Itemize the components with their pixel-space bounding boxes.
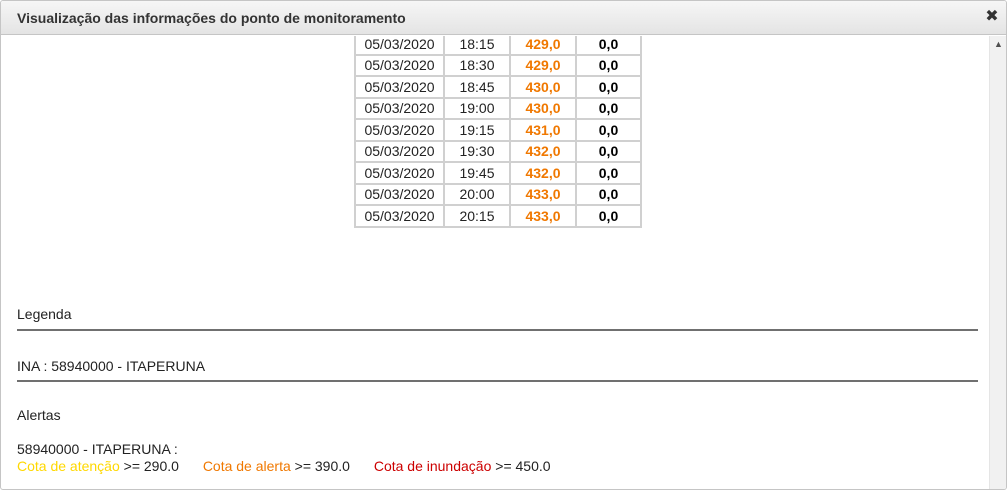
divider	[17, 329, 978, 331]
reading-time-cell: 18:15	[443, 36, 511, 56]
table-row: 05/03/2020 18:45 430,0 0,0	[354, 75, 642, 99]
reading-time-cell: 18:30	[443, 53, 511, 77]
reading-rain-cell: 0,0	[575, 118, 642, 142]
reading-time-cell: 19:30	[443, 139, 511, 163]
reading-level-cell: 433,0	[509, 204, 577, 228]
reading-time-cell: 19:15	[443, 118, 511, 142]
dialog-titlebar[interactable]: Visualização das informações do ponto de…	[1, 1, 1006, 35]
dialog-content: 05/03/2020 18:15 429,0 0,0 05/03/2020 18:30 42…	[1, 36, 991, 489]
reading-level-cell: 432,0	[509, 139, 577, 163]
vertical-scrollbar[interactable]: ▲	[989, 36, 1006, 489]
flood-level-value: >= 450.0	[495, 458, 551, 474]
reading-rain-cell: 0,0	[575, 53, 642, 77]
reading-rain-cell: 0,0	[575, 139, 642, 163]
alerts-station-label: 58940000 - ITAPERUNA :	[17, 441, 178, 457]
reading-date-cell: 05/03/2020	[354, 36, 445, 56]
table-row: 05/03/2020 20:15 433,0 0,0	[354, 204, 642, 228]
reading-time-cell: 19:45	[443, 161, 511, 185]
flood-level-label: Cota de inundação	[373, 458, 492, 474]
table-row: 05/03/2020 18:30 429,0 0,0	[354, 53, 642, 77]
reading-level-cell: 430,0	[509, 75, 577, 99]
reading-level-cell: 429,0	[509, 36, 577, 56]
reading-date-cell: 05/03/2020	[354, 75, 445, 99]
reading-time-cell: 18:45	[443, 75, 511, 99]
reading-date-cell: 05/03/2020	[354, 96, 445, 120]
alert-level-label: Cota de alerta	[202, 458, 291, 474]
readings-table: 05/03/2020 18:15 429,0 0,0 05/03/2020 18:30 42…	[354, 36, 642, 228]
reading-date-cell: 05/03/2020	[354, 161, 445, 185]
reading-date-cell: 05/03/2020	[354, 53, 445, 77]
reading-level-cell: 432,0	[509, 161, 577, 185]
reading-level-cell: 429,0	[509, 53, 577, 77]
dialog-title: Visualização das informações do ponto de…	[17, 10, 406, 26]
table-row: 05/03/2020 19:00 430,0 0,0	[354, 96, 642, 120]
alert-thresholds: Cota de atenção >= 290.0 Cota de alerta …	[17, 458, 551, 474]
close-icon[interactable]: ✖	[984, 9, 1000, 25]
reading-level-cell: 431,0	[509, 118, 577, 142]
reading-time-cell: 20:00	[443, 182, 511, 206]
ina-station-label: INA : 58940000 - ITAPERUNA	[17, 358, 206, 374]
legend-heading: Legenda	[17, 306, 72, 322]
table-row: 05/03/2020 18:15 429,0 0,0	[354, 36, 642, 56]
scroll-up-arrow-icon[interactable]: ▲	[990, 36, 1006, 53]
reading-date-cell: 05/03/2020	[354, 118, 445, 142]
attention-level-value: >= 290.0	[123, 458, 179, 474]
table-row: 05/03/2020 20:00 433,0 0,0	[354, 182, 642, 206]
reading-date-cell: 05/03/2020	[354, 139, 445, 163]
reading-rain-cell: 0,0	[575, 182, 642, 206]
table-row: 05/03/2020 19:45 432,0 0,0	[354, 161, 642, 185]
reading-rain-cell: 0,0	[575, 36, 642, 56]
attention-level-label: Cota de atenção	[17, 458, 120, 474]
reading-level-cell: 430,0	[509, 96, 577, 120]
divider	[17, 380, 978, 382]
reading-time-cell: 19:00	[443, 96, 511, 120]
reading-rain-cell: 0,0	[575, 161, 642, 185]
reading-rain-cell: 0,0	[575, 96, 642, 120]
reading-date-cell: 05/03/2020	[354, 204, 445, 228]
monitoring-point-dialog: Visualização das informações do ponto de…	[0, 0, 1007, 490]
reading-time-cell: 20:15	[443, 204, 511, 228]
reading-date-cell: 05/03/2020	[354, 182, 445, 206]
reading-level-cell: 433,0	[509, 182, 577, 206]
reading-rain-cell: 0,0	[575, 75, 642, 99]
table-row: 05/03/2020 19:15 431,0 0,0	[354, 118, 642, 142]
table-row: 05/03/2020 19:30 432,0 0,0	[354, 139, 642, 163]
reading-rain-cell: 0,0	[575, 204, 642, 228]
alerts-heading: Alertas	[17, 407, 61, 423]
alert-level-value: >= 390.0	[294, 458, 350, 474]
